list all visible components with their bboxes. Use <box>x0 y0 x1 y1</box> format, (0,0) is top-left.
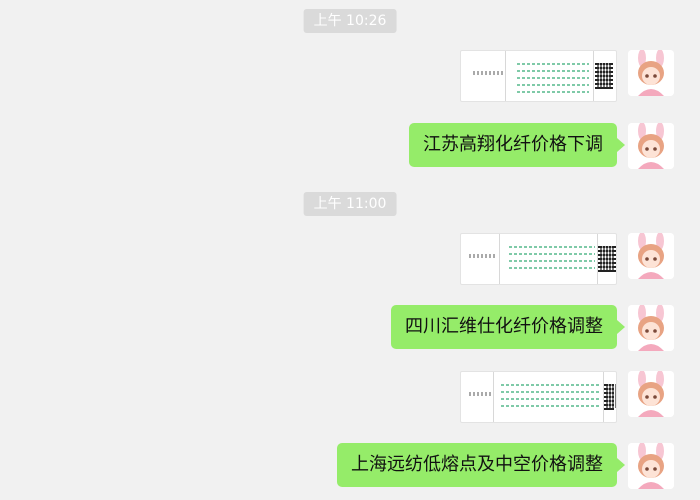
bunny-girl-avatar-icon <box>628 443 674 489</box>
bunny-girl-avatar-icon <box>628 50 674 96</box>
message-bubble[interactable]: 江苏高翔化纤价格下调 <box>409 123 625 167</box>
bunny-girl-avatar-icon <box>628 305 674 351</box>
avatar[interactable] <box>628 233 674 279</box>
message-bubble[interactable]: 上海远纺低熔点及中空价格调整 <box>337 443 625 487</box>
bunny-girl-avatar-icon <box>628 123 674 169</box>
image-text-lines <box>509 246 595 274</box>
image-divider <box>593 51 594 101</box>
avatar[interactable] <box>628 50 674 96</box>
image-message[interactable] <box>460 371 617 423</box>
image-text-lines <box>501 384 601 412</box>
avatar[interactable] <box>628 123 674 169</box>
image-divider <box>493 372 494 422</box>
bunny-girl-avatar-icon <box>628 233 674 279</box>
image-message[interactable] <box>460 233 617 285</box>
avatar[interactable] <box>628 443 674 489</box>
image-divider <box>505 51 506 101</box>
image-divider <box>499 234 500 284</box>
qr-code-icon <box>604 382 616 410</box>
chat-window: 上午 10:26 江苏高翔化纤价格下调 上午 11:00 四川汇维仕化纤价格调整… <box>0 0 700 500</box>
qr-code-icon <box>598 244 616 272</box>
image-text-lines <box>517 63 589 98</box>
timestamp: 上午 10:26 <box>303 9 397 33</box>
image-caption <box>473 71 503 75</box>
image-caption <box>469 392 491 396</box>
image-caption <box>469 254 497 258</box>
bunny-girl-avatar-icon <box>628 371 674 417</box>
avatar[interactable] <box>628 371 674 417</box>
qr-code-icon <box>595 61 613 89</box>
timestamp: 上午 11:00 <box>303 192 397 216</box>
image-message[interactable] <box>460 50 617 102</box>
avatar[interactable] <box>628 305 674 351</box>
message-bubble[interactable]: 四川汇维仕化纤价格调整 <box>391 305 625 349</box>
